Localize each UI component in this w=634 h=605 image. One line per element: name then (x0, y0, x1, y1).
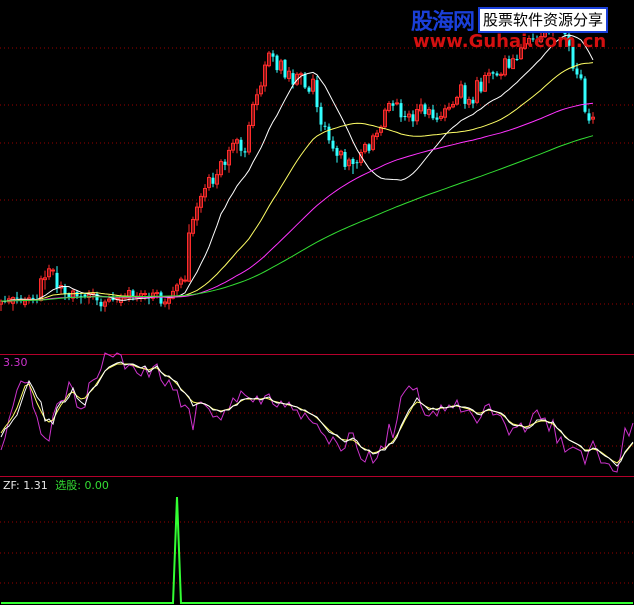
candle-body (275, 55, 279, 71)
candle-body (463, 85, 467, 104)
candle-body (395, 102, 399, 105)
candle-body (431, 109, 435, 119)
zf-signal-line (1, 496, 633, 604)
candle-body (75, 292, 79, 297)
candle-body (355, 162, 359, 164)
candle-body (479, 81, 483, 92)
candle-body (299, 73, 303, 76)
candle-body (143, 293, 147, 295)
candle-body (491, 72, 495, 74)
candle-body (315, 80, 319, 108)
candle-body (399, 103, 403, 118)
watermark-tagline: 股票软件资源分享 (478, 7, 609, 33)
candle-body (367, 144, 371, 151)
candle-body (331, 140, 335, 149)
watermark: 股海网 股票软件资源分享 www.Guhai.com.cn (411, 2, 634, 58)
candle-body (283, 59, 287, 78)
candle-body (291, 73, 295, 85)
candle-body (15, 297, 19, 299)
candle-body (579, 74, 583, 79)
candle-body (495, 73, 499, 76)
candle-body (323, 125, 327, 127)
zf-value: 1.31 (23, 479, 48, 492)
candle-body (335, 148, 339, 156)
candle-body (307, 87, 311, 92)
ma-mid-line (0, 62, 594, 302)
candle-body (411, 114, 415, 122)
stock-chart: 股海网 股票软件资源分享 www.Guhai.com.cn 3.30 ZF: 1… (0, 0, 634, 605)
candle-body (51, 269, 55, 272)
candle-body (239, 139, 243, 151)
candle-body (211, 177, 215, 184)
candle-body (223, 161, 227, 165)
ma-long-line (0, 102, 594, 302)
candle-body (507, 59, 511, 68)
indicator-label: 3.30 (3, 356, 28, 369)
candle-body (515, 59, 519, 60)
candle-body (575, 68, 579, 75)
zf-readout: ZF: 1.31 选股: 0.00 (3, 480, 109, 492)
select-name: 选股: (55, 479, 81, 492)
candle-body (583, 78, 587, 112)
candle-body (319, 106, 323, 125)
candle-body (99, 301, 103, 307)
candle-body (471, 99, 475, 104)
candle-body (327, 126, 331, 141)
candle-body (183, 279, 187, 282)
candle-body (391, 103, 395, 106)
candle-body (351, 159, 355, 164)
candle-body (343, 152, 347, 167)
candle-body (243, 151, 247, 153)
watermark-url: www.Guhai.com.cn (413, 31, 607, 52)
candle-body (423, 104, 427, 115)
candle-body (271, 53, 275, 57)
candle-body (587, 113, 591, 121)
candle-body (155, 292, 159, 295)
price-panel[interactable] (0, 0, 634, 605)
candle-body (63, 286, 67, 294)
candle-body (435, 117, 439, 120)
candle-body (55, 272, 59, 289)
select-value: 0.00 (84, 479, 109, 492)
candle-body (159, 292, 163, 304)
indicator-white-line (0, 361, 634, 467)
zf-name: ZF: (3, 479, 20, 492)
candle-body (403, 116, 407, 117)
candle-body (31, 297, 35, 299)
candle-body (303, 73, 307, 88)
